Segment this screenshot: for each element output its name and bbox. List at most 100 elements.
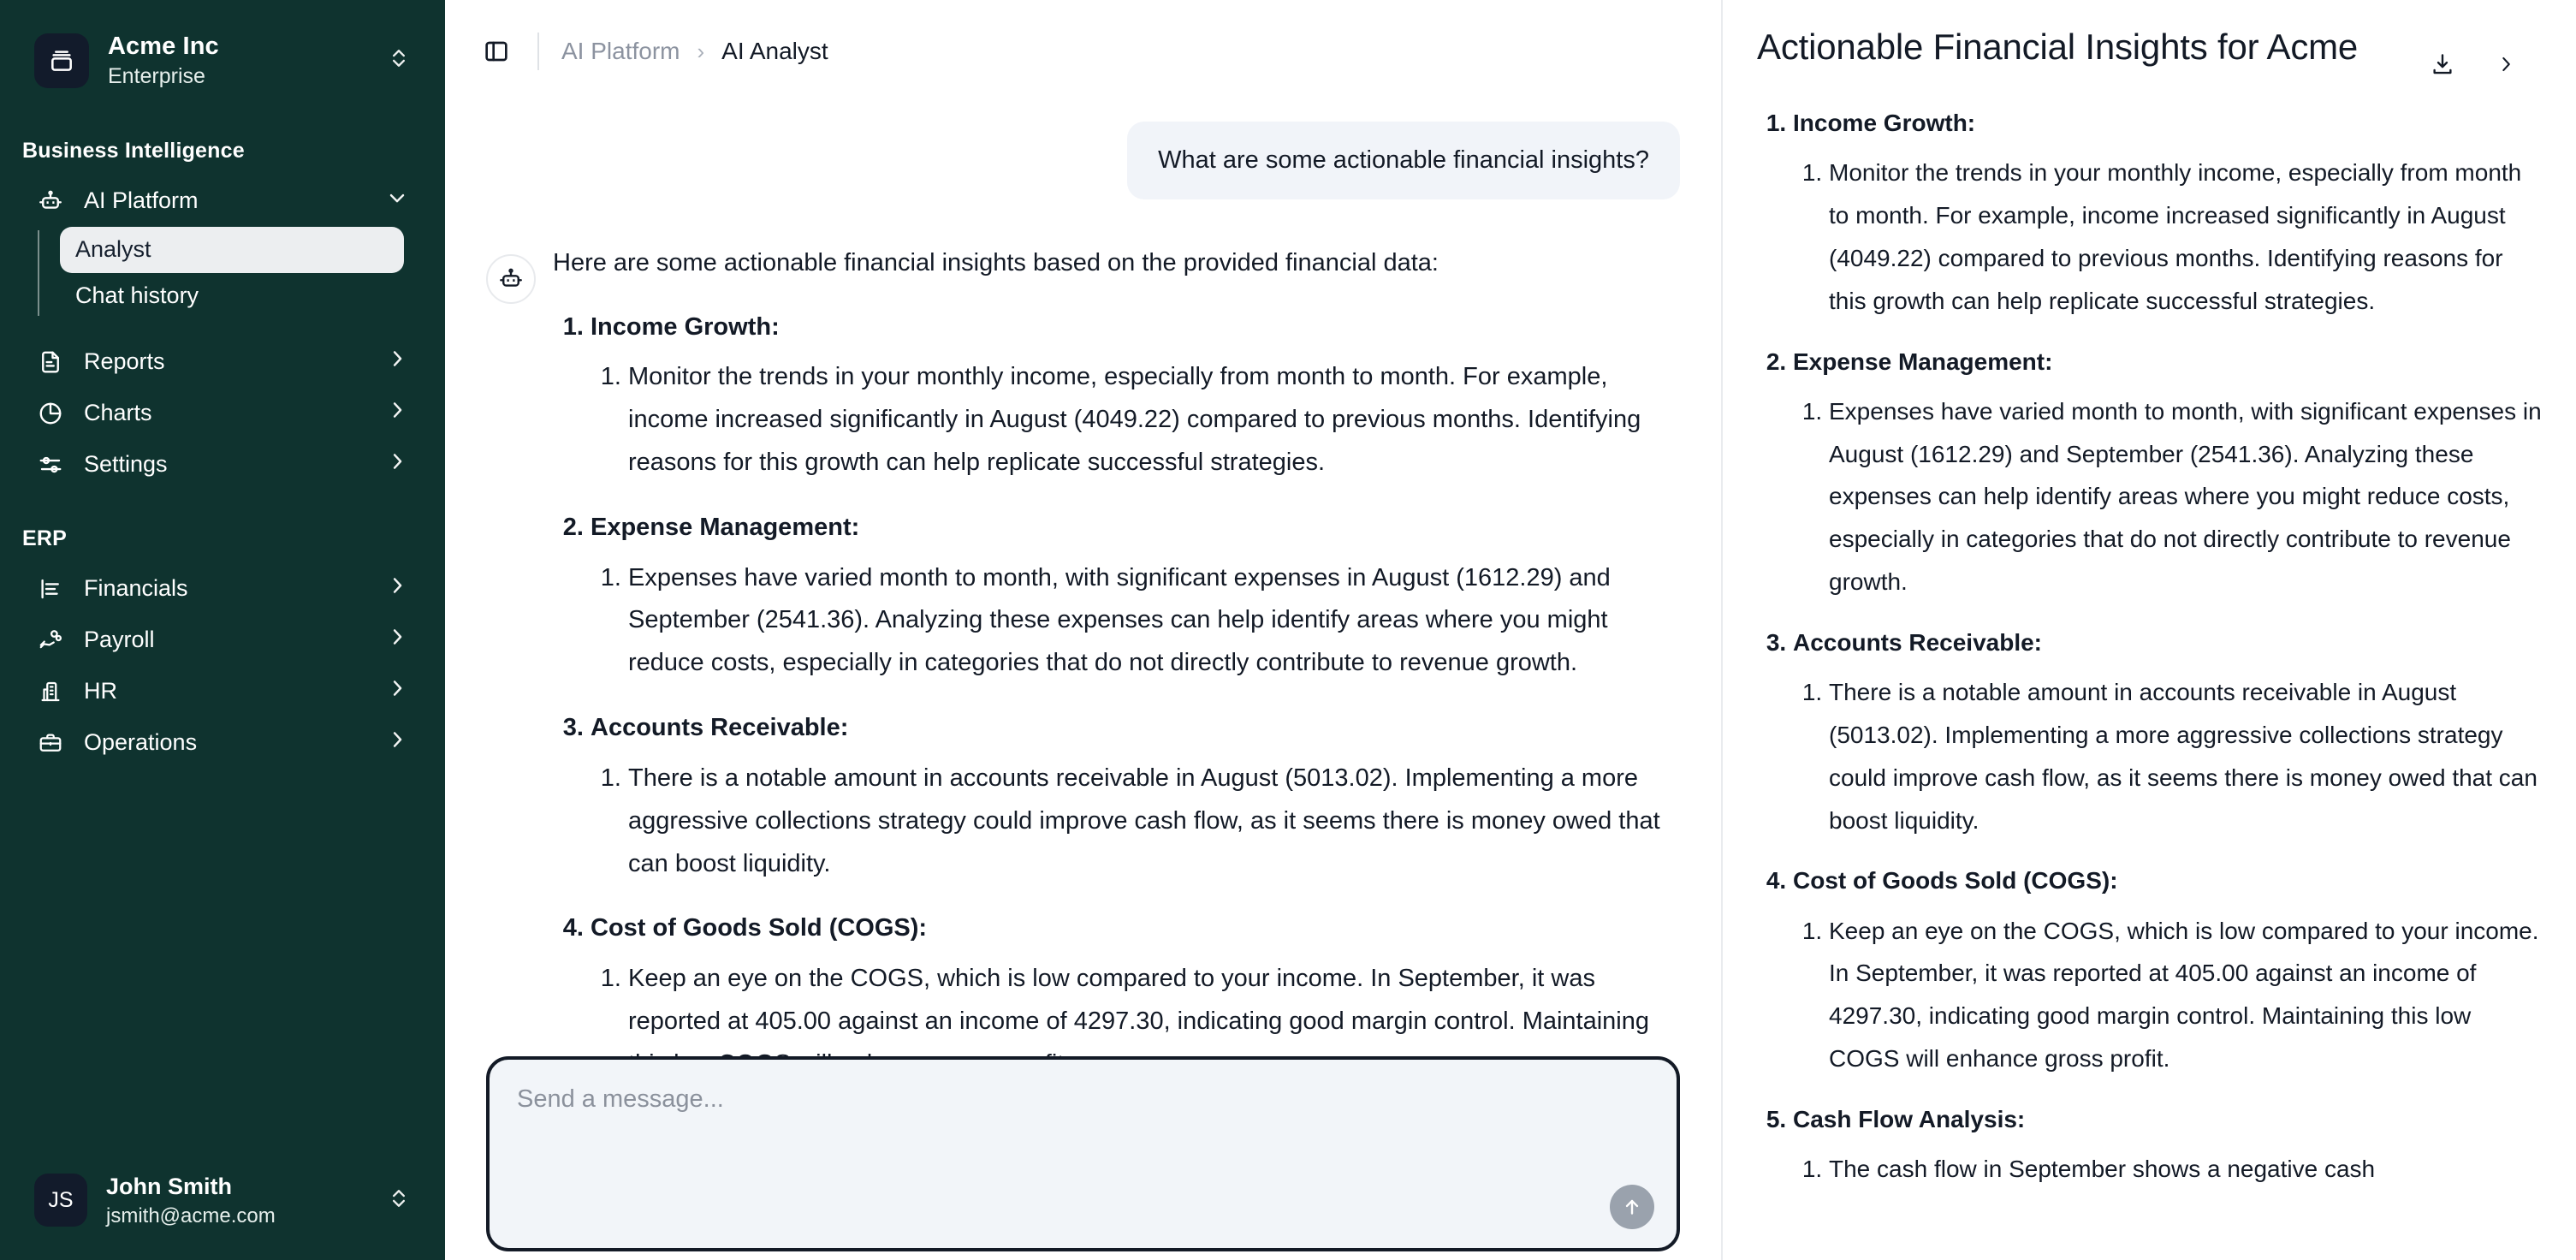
insight-heading: Expense Management: [1793,348,2053,375]
sidebar-item-payroll[interactable]: Payroll [21,615,424,666]
chat-message-assistant: Here are some actionable financial insig… [486,246,1680,1111]
page-title: Actionable Financial Insights for Acme [1757,27,2359,67]
artifact-body: Income Growth: Monitor the trends in you… [1757,106,2542,1191]
list-item: Monitor the trends in your monthly incom… [1829,152,2542,322]
user-name: John Smith [106,1173,232,1199]
send-button[interactable] [1610,1185,1654,1229]
sidebar-item-label: Settings [84,451,168,477]
artifact-actions [2423,26,2526,84]
sidebar-subitem-label: Chat history [75,282,199,308]
org-name: Acme Inc [108,33,219,60]
breadcrumb-parent[interactable]: AI Platform [561,38,680,65]
sidebar-subitem-label: Analyst [75,236,151,262]
list-item: Accounts Receivable: There is a notable … [1793,626,2542,842]
chevron-right-icon[interactable] [385,625,409,655]
list-item: Monitor the trends in your monthly incom… [628,356,1680,484]
chevron-right-icon: › [697,38,705,64]
insight-detail-list: Monitor the trends in your monthly incom… [591,356,1680,484]
chat-main: AI Platform › AI Analyst What are some a… [445,0,1723,1260]
list-item: Expenses have varied month to month, wit… [1829,390,2542,603]
app-root: Acme Inc Enterprise Business Intelligenc… [0,0,2576,1260]
chevron-right-icon[interactable] [385,347,409,377]
list-item: There is a notable amount in accounts re… [1829,671,2542,841]
assistant-message-body: Here are some actionable financial insig… [553,246,1680,1111]
building-icon [36,677,65,706]
chevron-right-icon[interactable] [385,574,409,603]
avatar: JS [34,1174,87,1227]
insight-heading: Income Growth: [1793,110,1976,136]
chevron-up-down-icon [387,1186,411,1215]
insight-detail-list: Keep an eye on the COGS, which is low co… [1793,910,2542,1080]
user-message-bubble: What are some actionable financial insig… [1127,122,1680,200]
artifact-header: Actionable Financial Insights for Acme [1757,0,2542,84]
list-item: Income Growth: Monitor the trends in you… [591,310,1680,484]
list-item: There is a notable amount in accounts re… [628,758,1680,886]
message-input[interactable]: Send a message... [486,1056,1680,1251]
chevron-right-icon[interactable] [385,449,409,479]
artifact-insights-list: Income Growth: Monitor the trends in you… [1757,106,2542,1191]
org-plan: Enterprise [108,64,205,89]
topbar-divider [537,33,539,70]
chevron-down-icon[interactable] [385,186,409,216]
sidebar-item-operations[interactable]: Operations [21,717,424,769]
message-input-placeholder: Send a message... [517,1085,724,1113]
sidebar-item-ai-platform[interactable]: AI Platform [21,175,424,227]
insight-detail-list: The cash flow in September shows a negat… [1793,1148,2542,1191]
robot-icon [36,187,65,216]
download-icon[interactable] [2423,45,2462,84]
sidebar-item-label: Charts [84,400,152,425]
user-profile-switcher[interactable]: JS John Smith jsmith@acme.com [21,1160,424,1241]
insights-list: Income Growth: Monitor the trends in you… [553,310,1680,1086]
org-text: Acme Inc Enterprise [108,31,368,91]
assistant-lead-text: Here are some actionable financial insig… [553,249,1439,277]
sidebar-item-reports[interactable]: Reports [21,336,424,388]
insight-detail-list: There is a notable amount in accounts re… [591,758,1680,886]
breadcrumb: AI Platform › AI Analyst [561,38,828,65]
insight-heading: Cash Flow Analysis: [1793,1105,2026,1132]
bar-chart-icon [36,574,65,603]
breadcrumb-current[interactable]: AI Analyst [721,38,828,65]
sidebar-item-analyst[interactable]: Analyst [60,226,404,273]
robot-icon [486,254,536,305]
insight-detail-list: Monitor the trends in your monthly incom… [1793,152,2542,322]
sidebar-item-chat-history[interactable]: Chat history [60,273,404,319]
user-text: John Smith jsmith@acme.com [106,1172,368,1229]
sidebar-item-settings[interactable]: Settings [21,439,424,490]
hand-coins-icon [36,626,65,655]
list-item: Cost of Goods Sold (COGS): Keep an eye o… [1793,864,2542,1080]
sidebar-item-label: AI Platform [84,187,199,213]
insight-heading: Accounts Receivable: [591,714,849,742]
list-item: Cash Flow Analysis: The cash flow in Sep… [1793,1102,2542,1191]
list-item: Keep an eye on the COGS, which is low co… [1829,910,2542,1080]
archive-box-icon [34,33,89,88]
ai-platform-subnav: Analyst Chat history [38,226,445,319]
sidebar-panel-icon[interactable] [474,29,519,74]
chevron-right-icon[interactable] [385,398,409,428]
sidebar-item-charts[interactable]: Charts [21,388,424,439]
list-item: The cash flow in September shows a negat… [1829,1148,2542,1191]
sidebar-item-financials[interactable]: Financials [21,563,424,615]
document-icon [36,348,65,377]
insight-detail-list: Expenses have varied month to month, wit… [1793,390,2542,603]
sidebar-item-label: Payroll [84,627,155,652]
list-item: Expense Management: Expenses have varied… [1793,345,2542,603]
org-switcher[interactable]: Acme Inc Enterprise [21,19,424,103]
chevron-right-icon[interactable] [2486,45,2526,84]
insight-heading: Cost of Goods Sold (COGS): [591,914,928,942]
insight-detail-list: Expenses have varied month to month, wit… [591,557,1680,686]
chevron-right-icon[interactable] [385,676,409,706]
sidebar-item-label: Operations [84,729,198,755]
user-email: jsmith@acme.com [106,1204,276,1227]
sidebar-item-hr[interactable]: HR [21,666,424,717]
nav-section-erp-label: ERP [22,526,68,550]
chevron-up-down-icon [387,46,411,74]
sliders-icon [36,450,65,479]
chevron-right-icon[interactable] [385,728,409,758]
composer-wrap: Send a message... [486,1056,1680,1251]
insight-heading: Income Growth: [591,312,780,341]
insight-detail-list: There is a notable amount in accounts re… [1793,671,2542,841]
chat-message-user: What are some actionable financial insig… [486,122,1680,200]
list-item: Income Growth: Monitor the trends in you… [1793,106,2542,323]
topbar: AI Platform › AI Analyst [445,0,1721,103]
